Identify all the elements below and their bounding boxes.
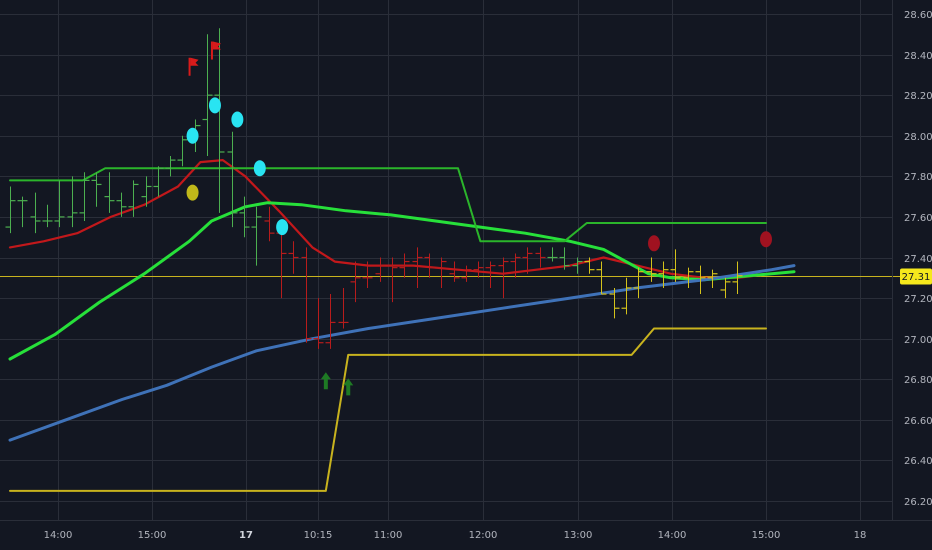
flag-pole: [188, 57, 191, 76]
y-tick-label: 26.60: [904, 416, 932, 427]
x-tick-label: 14:00: [44, 530, 73, 541]
x-tick-label: 13:00: [564, 530, 593, 541]
y-tick-label: 28.40: [904, 51, 932, 62]
y-tick-label: 27.40: [904, 254, 932, 265]
cyan-signal-marker: [276, 219, 289, 236]
x-tick-label: 15:00: [138, 530, 167, 541]
red-signal-marker: [648, 235, 660, 252]
y-tick-label: 26.20: [904, 497, 932, 508]
cyan-signal-marker: [231, 111, 244, 128]
y-tick-label: 28.20: [904, 91, 932, 102]
y-tick-label: 27.80: [904, 172, 932, 183]
y-tick-label: 26.80: [904, 375, 932, 386]
y-tick-label: 26.40: [904, 456, 932, 467]
y-tick-label: 27.00: [904, 335, 932, 346]
red-signal-marker: [760, 231, 772, 248]
x-tick-label: 14:00: [658, 530, 687, 541]
cyan-signal-marker: [186, 127, 199, 144]
y-tick-label: 28.60: [904, 10, 932, 21]
price-chart[interactable]: 28.60 28.40 28.20 28.00 27.80 27.60 27.40 27.20…: [0, 0, 932, 550]
chart-container: 28.60 28.40 28.20 28.00 27.80 27.60 27.40 27.20…: [0, 0, 932, 550]
y-tick-label: 27.20: [904, 294, 932, 305]
current-price-tag: 27.31: [900, 268, 932, 285]
yellow-signal-marker: [186, 184, 199, 201]
x-tick-label: 11:00: [374, 530, 403, 541]
cyan-signal-marker: [208, 97, 221, 114]
x-tick-label: 10:15: [304, 530, 333, 541]
flag-pole: [210, 41, 213, 60]
x-tick-label: 12:00: [469, 530, 498, 541]
x-tick-label: 18: [854, 530, 867, 541]
x-tick-label: 15:00: [752, 530, 781, 541]
cyan-signal-marker: [253, 160, 266, 177]
current-price-label: 27.31: [902, 272, 931, 283]
x-tick-label: 17: [239, 530, 253, 541]
y-tick-label: 27.60: [904, 213, 932, 224]
y-tick-label: 28.00: [904, 132, 932, 143]
